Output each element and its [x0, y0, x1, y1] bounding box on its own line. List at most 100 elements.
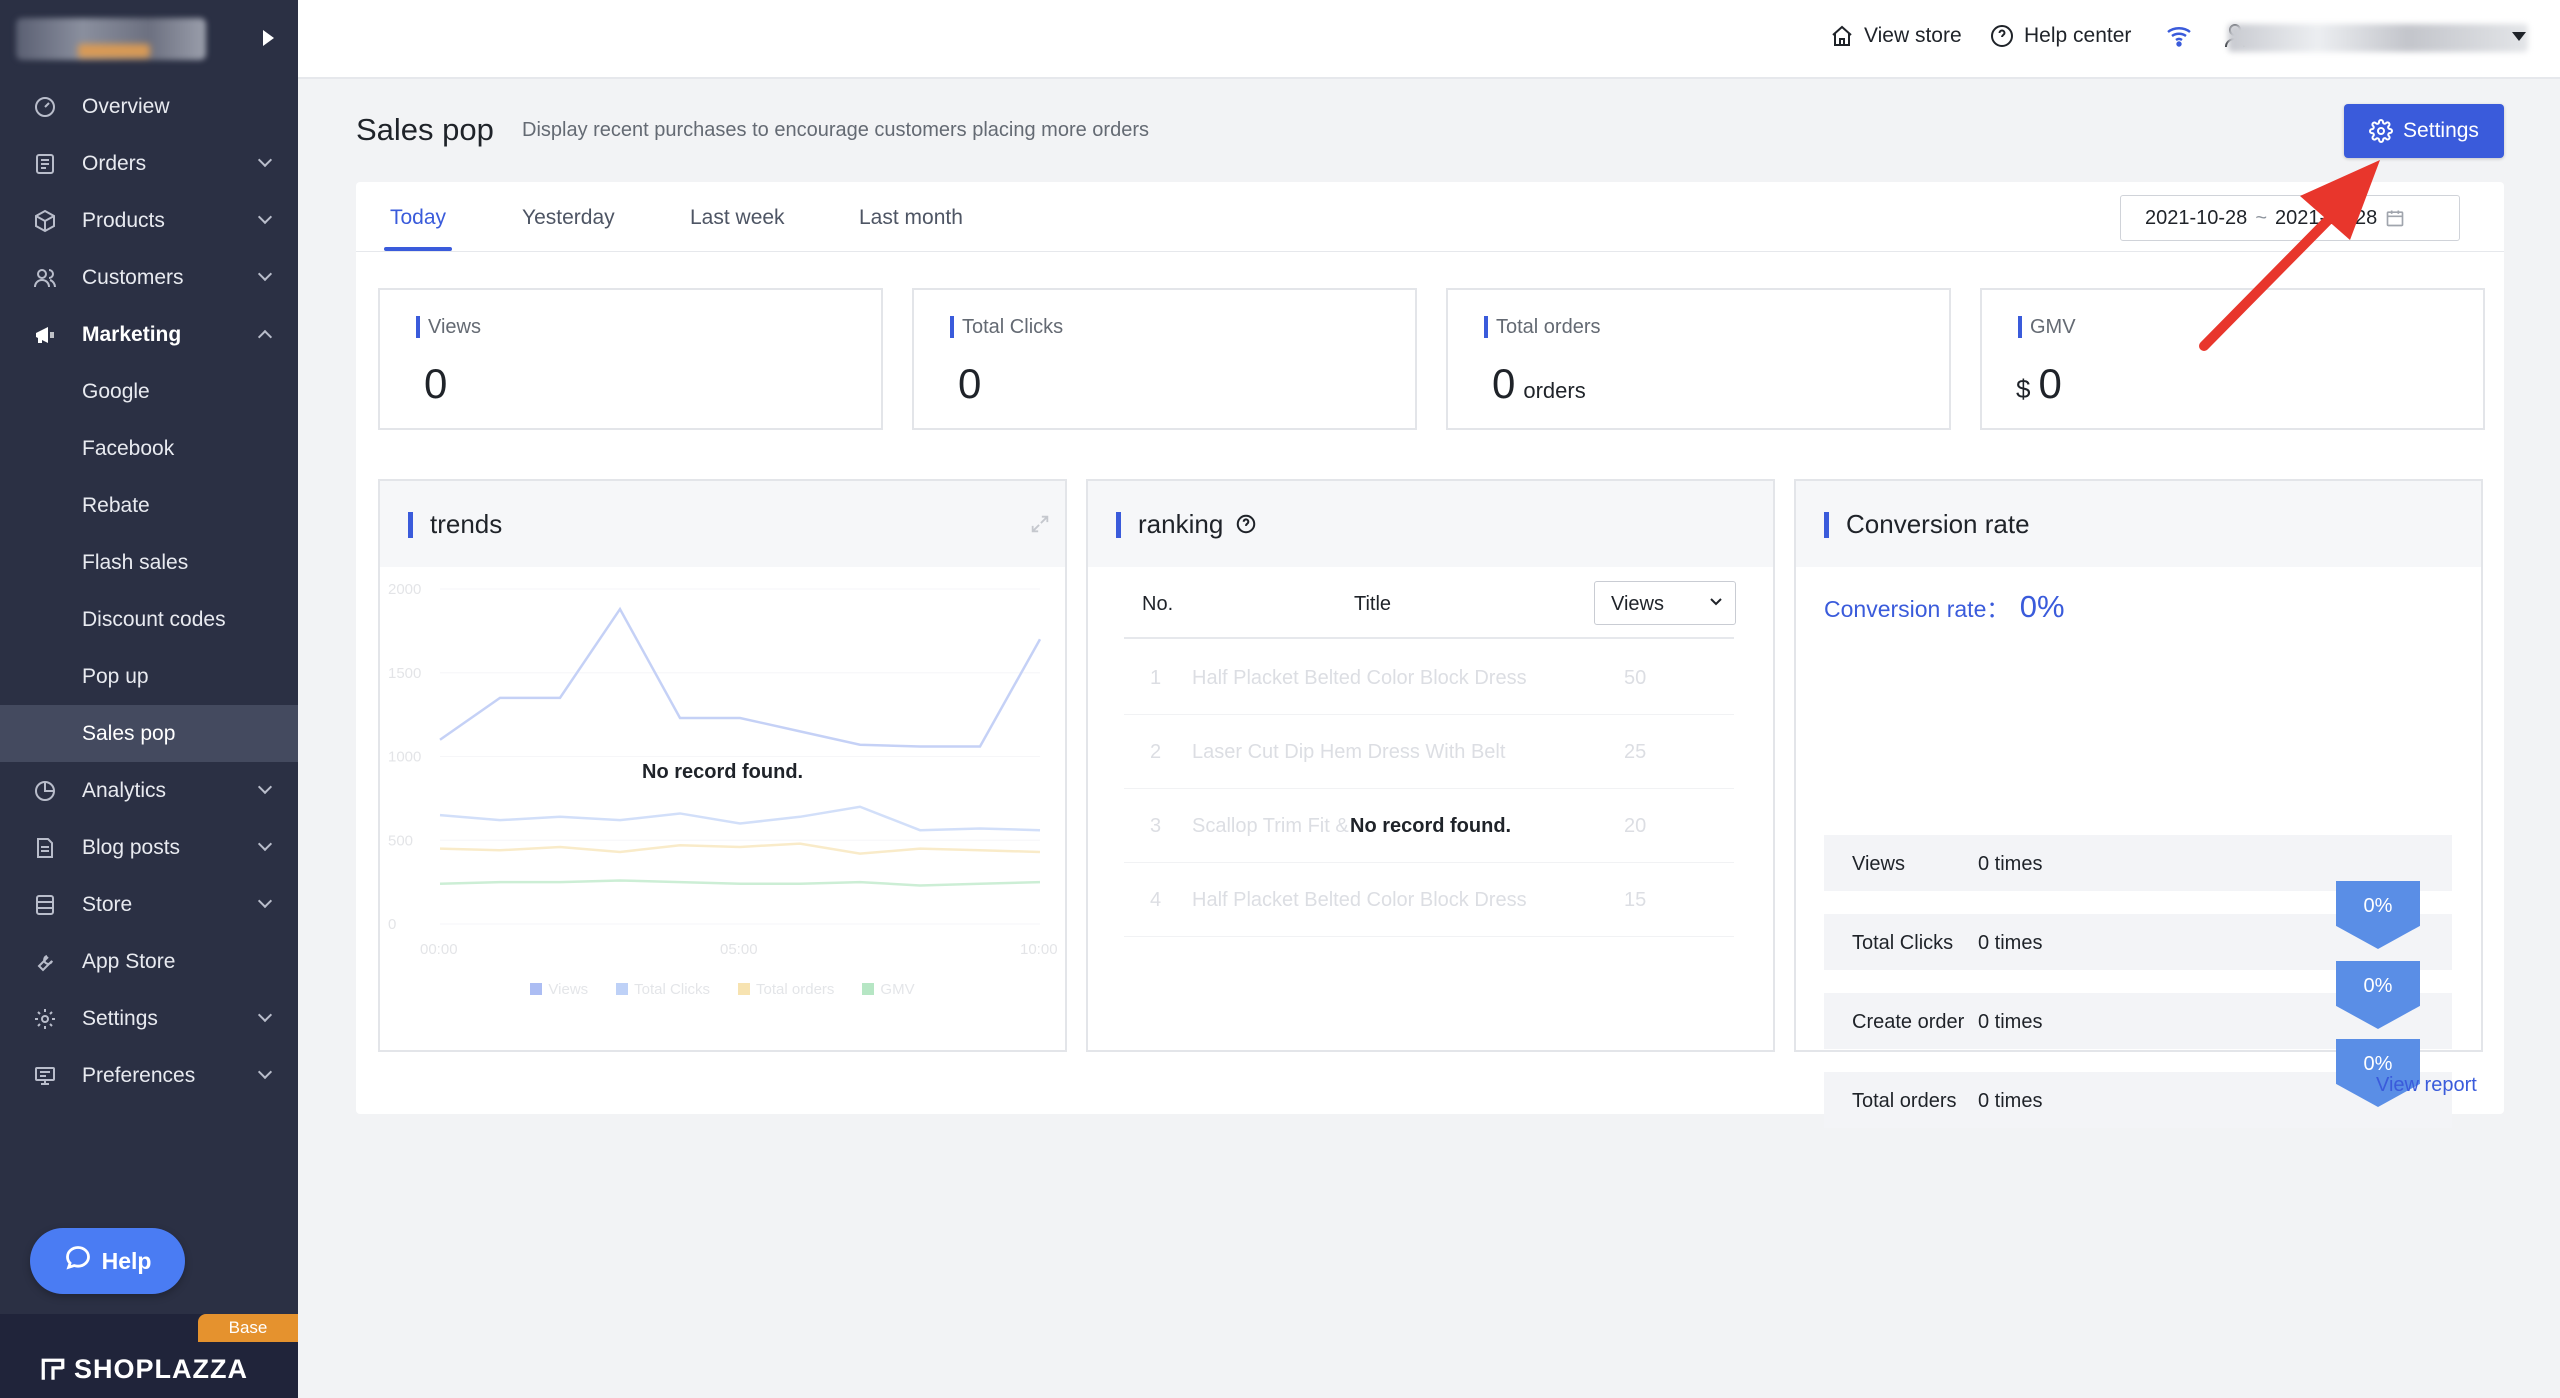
settings-button[interactable]: Settings: [2344, 104, 2504, 158]
sidebar-item-blog-posts[interactable]: Blog posts: [0, 819, 298, 876]
sidebar-item-analytics[interactable]: Analytics: [0, 762, 298, 819]
legend-swatch: [616, 983, 629, 995]
tab-last-month[interactable]: Last month: [859, 206, 963, 230]
sidebar-item-label: Orders: [82, 151, 147, 175]
chevron-down-icon: [257, 836, 273, 852]
view-report-link[interactable]: View report: [2376, 1074, 2477, 1097]
chevron-down-icon: [257, 209, 273, 225]
stat-value-row: $ 0: [2016, 360, 2062, 408]
sidebar: Overview Orders Products Customers Marke…: [0, 0, 298, 1398]
question-circle-icon[interactable]: [1235, 513, 1257, 535]
column-header-title: Title: [1354, 593, 1392, 615]
legend-item[interactable]: GMV: [862, 981, 915, 998]
legend-item[interactable]: Views: [530, 981, 588, 998]
sidebar-subitem-rebate[interactable]: Rebate: [0, 477, 298, 534]
tab-yesterday[interactable]: Yesterday: [522, 206, 615, 230]
stat-label: Total orders: [1484, 316, 1601, 338]
sidebar-item-customers[interactable]: Customers: [0, 249, 298, 306]
sidebar-item-orders[interactable]: Orders: [0, 135, 298, 192]
user-account-name[interactable]: [2228, 24, 2528, 52]
ranking-panel: ranking No. Title Views 1 Half Placket B…: [1086, 479, 1775, 1052]
sidebar-subitem-google[interactable]: Google: [0, 363, 298, 420]
legend-item[interactable]: Total Clicks: [616, 981, 710, 998]
metric-select-value: Views: [1611, 593, 1664, 615]
stat-value-row: 0: [424, 360, 447, 408]
conversion-rate-panel: Conversion rate Conversion rate： 0% View…: [1794, 479, 2483, 1128]
date-separator: ~: [2255, 206, 2267, 229]
expand-icon[interactable]: [1029, 513, 1051, 535]
funnel-step-count: 0 times: [1978, 1011, 2043, 1033]
panel-header: Conversion rate: [1796, 481, 2481, 567]
sidebar-subitem-facebook[interactable]: Facebook: [0, 420, 298, 477]
sidebar-item-label: Store: [82, 892, 133, 916]
gauge-icon: [32, 94, 58, 120]
sidebar-item-store[interactable]: Store: [0, 876, 298, 933]
stat-value-row: 0: [958, 360, 981, 408]
table-row: 4 Half Placket Belted Color Block Dress …: [1124, 863, 1734, 937]
document-icon: [32, 835, 58, 861]
help-center-label: Help center: [2024, 24, 2132, 47]
gear-icon: [32, 1006, 58, 1032]
wifi-status-icon: [2166, 24, 2192, 48]
y-tick-label: 0: [388, 916, 396, 933]
legend-item[interactable]: Total orders: [738, 981, 834, 998]
row-rank: 4: [1150, 889, 1162, 911]
row-value: 25: [1624, 741, 1647, 763]
panel-title: Conversion rate: [1824, 509, 2030, 539]
collapse-sidebar-icon[interactable]: [263, 30, 274, 46]
empty-state-text: No record found.: [1350, 815, 1512, 838]
sidebar-subitem-sales-pop[interactable]: Sales pop: [0, 705, 298, 762]
stat-card-views: Views 0: [378, 288, 883, 430]
currency-symbol: $: [2016, 374, 2031, 404]
home-icon: [1832, 25, 1852, 46]
sidebar-subitem-discount-codes[interactable]: Discount codes: [0, 591, 298, 648]
conversion-rate-value: 0%: [2019, 589, 2065, 624]
stat-label: Views: [416, 316, 481, 338]
stat-card-gmv: GMV $ 0: [1980, 288, 2485, 430]
gear-icon: [2369, 119, 2394, 143]
active-tab-indicator: [384, 247, 452, 251]
empty-state-text: No record found.: [642, 761, 804, 783]
sidebar-item-overview[interactable]: Overview: [0, 78, 298, 135]
sidebar-item-app-store[interactable]: App Store: [0, 933, 298, 990]
sidebar-item-preferences[interactable]: Preferences: [0, 1047, 298, 1104]
row-rank: 1: [1150, 667, 1162, 689]
tab-today[interactable]: Today: [390, 206, 446, 230]
tab-last-week[interactable]: Last week: [690, 206, 785, 230]
date-end: 2021-10-28: [2275, 206, 2378, 229]
store-switcher[interactable]: [0, 0, 298, 78]
sidebar-item-label: Customers: [82, 265, 184, 289]
conversion-rate-summary: Conversion rate： 0%: [1824, 589, 2065, 625]
stat-value: 0: [2038, 360, 2062, 407]
x-tick-label: 00:00: [420, 941, 458, 958]
sidebar-item-marketing[interactable]: Marketing: [0, 306, 298, 363]
table-row: 2 Laser Cut Dip Hem Dress With Belt 25: [1124, 715, 1734, 789]
sidebar-subitem-pop-up[interactable]: Pop up: [0, 648, 298, 705]
y-tick-label: 1000: [388, 749, 421, 766]
x-tick-label: 10:00: [1020, 941, 1058, 958]
series-line-gmv: [439, 879, 1041, 887]
row-value: 15: [1624, 889, 1647, 911]
funnel-step-count: 0 times: [1978, 853, 2043, 875]
date-range-picker[interactable]: 2021-10-28 ~ 2021-10-28: [2120, 195, 2460, 241]
help-center-link[interactable]: Help center: [1990, 24, 2131, 48]
wrench-icon: [32, 949, 58, 975]
sidebar-item-label: Products: [82, 208, 165, 232]
stat-value-row: 0 orders: [1492, 360, 1586, 408]
sales-pop-card: Today Yesterday Last week Last month 202…: [356, 182, 2504, 1128]
sidebar-item-products[interactable]: Products: [0, 192, 298, 249]
view-store-link[interactable]: View store: [1830, 24, 1962, 48]
help-button[interactable]: Help: [30, 1228, 185, 1294]
legend-label: Total orders: [756, 981, 835, 998]
sidebar-subitem-flash-sales[interactable]: Flash sales: [0, 534, 298, 591]
chevron-down-icon: [257, 152, 273, 168]
funnel-step-name: Total Clicks: [1852, 932, 1954, 954]
view-store-label: View store: [1864, 24, 1962, 47]
sidebar-item-settings[interactable]: Settings: [0, 990, 298, 1047]
page-description: Display recent purchases to encourage cu…: [522, 119, 1149, 141]
pie-chart-icon: [32, 778, 58, 804]
stat-value: 0: [1492, 360, 1516, 407]
y-tick-label: 500: [388, 832, 413, 849]
caret-down-icon[interactable]: [2512, 32, 2526, 41]
metric-select[interactable]: Views: [1594, 581, 1736, 625]
